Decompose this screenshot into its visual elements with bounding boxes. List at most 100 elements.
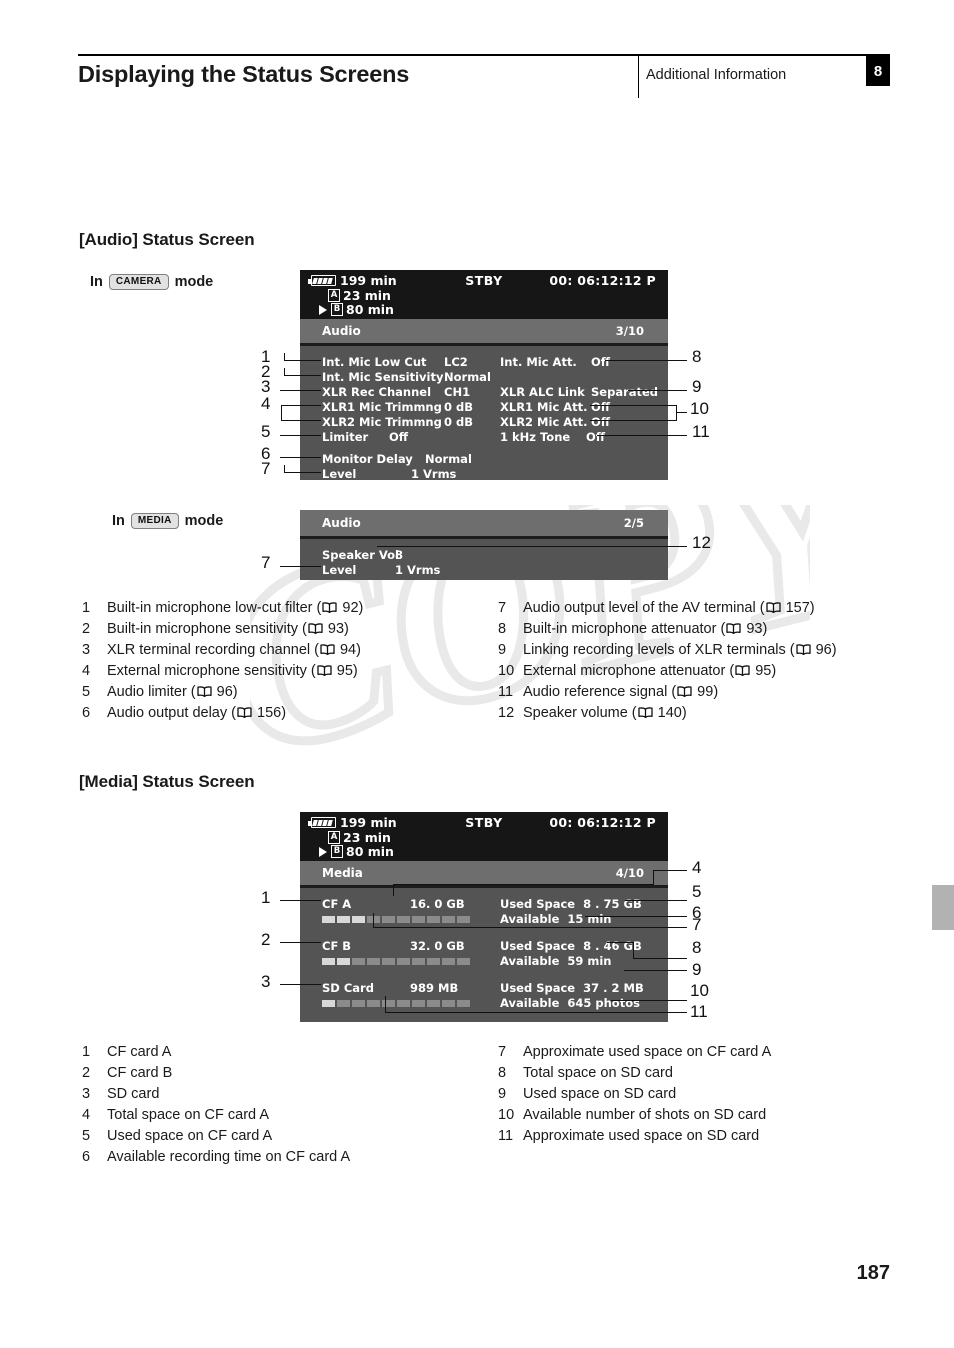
list-item-number: 6: [82, 1149, 91, 1165]
gauge-segment: [442, 916, 455, 923]
list-item: 5 Audio limiter ( 96): [82, 682, 502, 703]
callout-audio-8: 8: [692, 347, 702, 366]
list-item-text: XLR terminal recording channel ( 94): [107, 642, 361, 658]
list-item-number: 8: [498, 621, 507, 637]
card-b-icon: B: [331, 845, 343, 858]
card-available: Available 645 photos: [500, 996, 640, 1010]
osd-title: Audio: [322, 516, 361, 530]
setting-value: 0 dB: [444, 415, 474, 429]
setting-label: Int. Mic Att.: [500, 355, 577, 369]
leader-audio-5: [280, 435, 321, 437]
setting-row-limiter: Limiter Off: [322, 430, 408, 444]
setting-value: Off: [591, 400, 611, 414]
leader-media-4b: [653, 870, 687, 872]
mode-suffix: mode: [184, 513, 224, 529]
osd-page-indicator: 2/5: [623, 516, 644, 530]
list-item-text: External microphone attenuator ( 95): [523, 663, 777, 679]
leader-media-4-v2: [653, 870, 655, 885]
media-legend-left: 1 CF card A 2 CF card B 3 SD card 4 Total space…: [82, 1042, 502, 1168]
book-page-icon: [726, 623, 741, 634]
page-title: Displaying the Status Screens: [78, 61, 410, 87]
list-item-text: Used space on CF card A: [107, 1128, 273, 1144]
gauge-segment: [322, 916, 335, 923]
callout-media-2: 2: [261, 930, 271, 949]
setting-label: Int. Mic Low Cut: [322, 355, 427, 369]
setting-row-1khz-tone: 1 kHz Tone Off: [500, 430, 605, 444]
camera-mode-badge: CAMERA: [108, 274, 169, 290]
list-item: 1 CF card A: [82, 1042, 502, 1063]
gauge-segment: [427, 1000, 440, 1007]
list-item: 10 Available number of shots on SD card: [498, 1105, 928, 1126]
gauge-segment: [367, 1000, 380, 1007]
card-b-time: 80 min: [346, 302, 394, 317]
list-item: 8 Total space on SD card: [498, 1063, 928, 1084]
list-item-number: 7: [498, 600, 507, 616]
gauge-segment: [397, 1000, 410, 1007]
gauge-segment: [367, 958, 380, 965]
setting-label: Level: [322, 467, 357, 480]
setting-label: Int. Mic Sensitivity: [322, 370, 444, 384]
book-page-icon: [320, 644, 335, 655]
leader-media-11a: [385, 1012, 687, 1014]
list-item: 11 Audio reference signal ( 99): [498, 682, 928, 703]
list-item-number: 2: [82, 621, 91, 637]
list-item-text: Approximate used space on CF card A: [523, 1044, 772, 1060]
osd-title: Audio: [322, 324, 361, 338]
audio-legend-left: 1 Built-in microphone low-cut filter ( 92…: [82, 598, 502, 724]
callout-audio-media-7: 7: [261, 553, 271, 572]
media-mode-badge: MEDIA: [130, 513, 179, 529]
card-total-space: 32. 0 GB: [410, 939, 465, 953]
leader-media-5: [625, 900, 687, 902]
osd-page-indicator: 4/10: [615, 866, 644, 880]
leader-media-7-v: [373, 913, 375, 928]
list-item: 2 CF card B: [82, 1063, 502, 1084]
osd-title-bar: Audio 2/5: [300, 510, 668, 539]
setting-value: CH1: [444, 385, 471, 399]
gauge-segment: [352, 958, 365, 965]
leader-audio-8: [605, 360, 687, 362]
list-item-number: 11: [498, 684, 514, 700]
setting-row-monitor-delay: Monitor Delay Normal: [322, 452, 472, 466]
list-item-number: 9: [498, 1086, 507, 1102]
list-item-number: 5: [82, 1128, 91, 1144]
gauge-segment: [337, 958, 350, 965]
list-item-number: 3: [82, 642, 91, 658]
callout-media-5: 5: [692, 882, 702, 901]
setting-value: Off: [591, 415, 611, 429]
audio-status-screen-media: Audio 2/5 Speaker Vol 8 Level 1 Vrms: [300, 510, 668, 580]
callout-audio-media-12: 12: [692, 533, 711, 552]
media-mode-label: In MEDIA mode: [112, 513, 223, 529]
list-item-text: External microphone sensitivity ( 95): [107, 663, 358, 679]
list-item: 2 Built-in microphone sensitivity ( 93): [82, 619, 502, 640]
card-usage-gauge: [322, 1000, 470, 1007]
setting-row-int-mic-sensitivity: Int. Mic Sensitivity Normal: [322, 370, 491, 384]
card-b-status: B 80 min: [319, 302, 394, 317]
gauge-segment: [412, 958, 425, 965]
list-item: 3 SD card: [82, 1084, 502, 1105]
setting-row-xlr-rec-channel: XLR Rec Channel CH1: [322, 385, 470, 399]
setting-value: 0 dB: [444, 400, 474, 414]
book-page-icon: [322, 602, 338, 613]
list-item-number: 1: [82, 600, 91, 616]
card-b-icon: B: [331, 303, 343, 316]
leader-media-10: [611, 1000, 687, 1002]
osd-title: Media: [322, 866, 363, 880]
section-heading-media: [Media] Status Screen: [79, 772, 255, 791]
list-item-text: SD card: [107, 1086, 160, 1102]
audio-legend-right: 7 Audio output level of the AV terminal (…: [498, 598, 928, 724]
page-header: Displaying the Status Screens Additional…: [78, 54, 890, 98]
leader-audio-media-12: [377, 546, 687, 548]
book-page-icon: [317, 665, 332, 676]
leader-media-2: [280, 942, 321, 944]
leader-media-4-v: [393, 884, 395, 896]
setting-value: Off: [591, 355, 611, 369]
gauge-segment: [322, 1000, 335, 1007]
leader-audio-9: [628, 390, 687, 392]
gauge-segment: [412, 1000, 425, 1007]
setting-label: XLR2 Mic Trimmng: [322, 415, 442, 429]
setting-label: XLR2 Mic Att.: [500, 415, 588, 429]
chapter-side-tab: [932, 885, 954, 930]
list-item: 10 External microphone attenuator ( 95): [498, 661, 928, 682]
leader-audio-7: [284, 472, 321, 474]
callout-audio-10: 10: [690, 399, 709, 418]
